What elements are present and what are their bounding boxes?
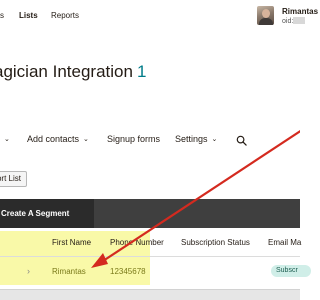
add-contacts-dropdown[interactable]: Add contacts ⌄ [27, 134, 89, 144]
account-id: oid: [282, 17, 306, 25]
cell-first-name[interactable]: Rimantas [52, 267, 86, 276]
audience-contact-count[interactable]: 1 [137, 62, 146, 81]
table-header: First Name Phone Number Subscription Sta… [0, 228, 301, 257]
segment-toolbar: Create A Segment [0, 199, 300, 228]
table-row[interactable]: › Rimantas 12345678 Subscr [0, 258, 311, 286]
settings-label: Settings [175, 134, 208, 144]
page-title: agician Integration 1 [0, 62, 146, 82]
import-list-button[interactable]: ort List [0, 171, 27, 187]
settings-dropdown[interactable]: Settings ⌄ [175, 134, 217, 144]
top-navigation: s Lists Reports Rimantas oid: [0, 0, 318, 30]
add-contacts-label: Add contacts [27, 134, 80, 144]
audience-name: agician Integration [0, 62, 133, 81]
chevron-right-icon[interactable]: › [27, 266, 30, 276]
nav-link-reports[interactable]: Reports [51, 11, 79, 20]
signup-forms-link[interactable]: Signup forms [107, 134, 160, 144]
chevron-down-icon: ⌄ [83, 136, 89, 143]
horizontal-scrollbar[interactable] [0, 289, 300, 300]
search-icon[interactable] [236, 135, 247, 146]
avatar[interactable] [257, 6, 274, 25]
nav-link-lists[interactable]: Lists [19, 11, 38, 20]
manage-contacts-dropdown[interactable]: ⌄ [0, 134, 10, 144]
audience-subnav: ⌄ Add contacts ⌄ Signup forms Settings ⌄ [0, 134, 300, 148]
chevron-down-icon: ⌄ [211, 136, 218, 143]
status-badge: Subscr [271, 265, 311, 277]
column-header-first-name[interactable]: First Name [52, 238, 91, 247]
account-id-redacted [293, 17, 306, 24]
create-segment-button[interactable]: Create A Segment [0, 199, 94, 228]
chevron-down-icon: ⌄ [4, 136, 10, 143]
cell-phone-number: 12345678 [110, 267, 146, 276]
column-header-email-marketing[interactable]: Email Ma [268, 238, 301, 247]
column-header-subscription-status[interactable]: Subscription Status [181, 238, 250, 247]
column-header-phone-number[interactable]: Phone Number [110, 238, 164, 247]
account-name[interactable]: Rimantas [282, 7, 318, 16]
nav-link-campaigns[interactable]: s [0, 11, 4, 20]
account-id-label: oid: [282, 18, 294, 25]
